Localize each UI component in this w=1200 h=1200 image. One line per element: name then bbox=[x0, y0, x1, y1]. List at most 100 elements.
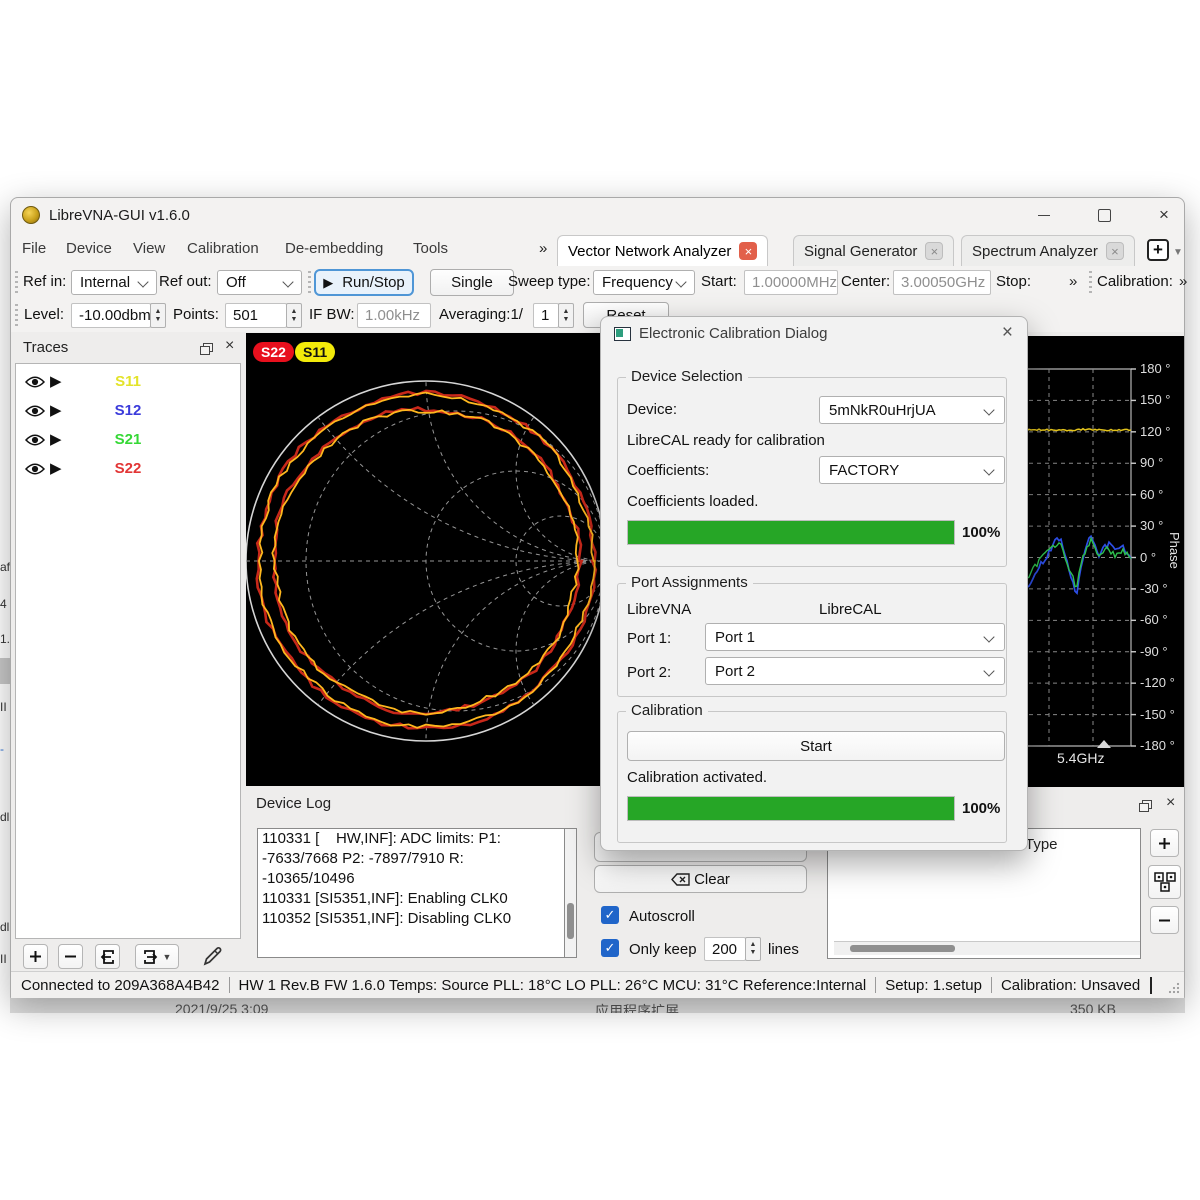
ref-out-select[interactable]: Off bbox=[217, 270, 302, 295]
center-frequency-input[interactable]: 3.00050GHz bbox=[893, 270, 991, 295]
port1-select[interactable]: Port 1 bbox=[705, 623, 1005, 651]
title-bar[interactable]: LibreVNA-GUI v1.6.0 × bbox=[11, 198, 1184, 233]
maximize-button[interactable] bbox=[1089, 204, 1119, 226]
device-select[interactable]: 5mNkR0uHrjUA bbox=[819, 396, 1005, 424]
start-frequency-input[interactable]: 1.00000MHz bbox=[744, 270, 838, 295]
start-calibration-button[interactable]: Start bbox=[627, 731, 1005, 761]
device-log-title: Device Log bbox=[256, 795, 331, 812]
play-icon bbox=[323, 274, 333, 291]
sweep-type-label: Sweep type: bbox=[508, 273, 591, 290]
menu-file[interactable]: File bbox=[22, 240, 46, 257]
menu-view[interactable]: View bbox=[133, 240, 165, 257]
menu-de-embedding[interactable]: De-embedding bbox=[285, 240, 383, 257]
calibration-overflow-chevron[interactable]: » bbox=[1179, 273, 1187, 290]
trace-row-s12[interactable]: ▶S12 bbox=[16, 397, 240, 426]
status-separator bbox=[229, 977, 230, 993]
remove-trace-button[interactable] bbox=[58, 944, 83, 969]
keep-lines-stepper[interactable] bbox=[745, 937, 761, 961]
close-dock-icon[interactable]: × bbox=[225, 338, 234, 354]
port2-select[interactable]: Port 2 bbox=[705, 657, 1005, 685]
averaging-stepper[interactable] bbox=[558, 303, 574, 328]
minimize-button[interactable] bbox=[1029, 204, 1059, 226]
coefficients-select[interactable]: FACTORY bbox=[819, 456, 1005, 484]
phase-chart-panel[interactable]: 180 °150 °120 °90 °60 °30 °0 °-30 °-60 °… bbox=[1021, 336, 1184, 787]
calibration-label: Calibration: bbox=[1097, 273, 1173, 290]
autoscroll-checkbox[interactable] bbox=[601, 906, 619, 924]
horizontal-scrollbar[interactable] bbox=[834, 941, 1141, 955]
sweep-type-select[interactable]: Frequency bbox=[593, 270, 695, 295]
background-text-fragment: dll bbox=[0, 810, 10, 824]
clear-log-button[interactable]: Clear bbox=[594, 865, 807, 893]
menu-device[interactable]: Device bbox=[66, 240, 112, 257]
close-button[interactable]: × bbox=[1149, 204, 1179, 226]
toolbar-handle[interactable] bbox=[308, 271, 311, 293]
port1-label: Port 1: bbox=[627, 630, 671, 647]
background-text-fragment: II bbox=[0, 952, 7, 966]
menu-overflow-chevron[interactable]: » bbox=[539, 240, 547, 257]
phase-y-tick: 150 ° bbox=[1140, 392, 1171, 407]
level-stepper[interactable] bbox=[150, 303, 166, 328]
add-tab-dropdown-icon[interactable]: ▼ bbox=[1173, 247, 1183, 258]
background-highlight bbox=[0, 658, 10, 684]
dialog-close-icon[interactable]: × bbox=[1002, 322, 1013, 344]
background-text-fragment: af bbox=[0, 560, 10, 574]
menu-bar: File Device View Calibration De-embedding Too… bbox=[11, 234, 1184, 267]
tab-label: Signal Generator bbox=[804, 243, 917, 260]
toolbar-handle[interactable] bbox=[15, 304, 18, 326]
background-file-date: 2021/9/25 3:09 bbox=[175, 1001, 268, 1013]
import-traces-button[interactable] bbox=[95, 944, 120, 969]
run-stop-button[interactable]: Run/Stop bbox=[314, 269, 414, 296]
network-button[interactable] bbox=[1148, 865, 1181, 899]
device-log-text[interactable]: 110331 [ HW,INF]: ADC limits: P1:-7633/7… bbox=[257, 828, 565, 958]
add-option-button[interactable] bbox=[1150, 829, 1179, 857]
tab-vector-network-analyzer[interactable]: Vector Network Analyzer × bbox=[557, 235, 768, 266]
points-stepper[interactable] bbox=[286, 303, 302, 328]
background-text-fragment: 4 bbox=[0, 597, 7, 611]
close-dock-icon[interactable]: × bbox=[1166, 795, 1175, 811]
toolbar-handle[interactable] bbox=[15, 271, 18, 293]
ref-in-select[interactable]: Internal bbox=[71, 270, 157, 295]
status-bar: Connected to 209A368A4B42 HW 1 Rev.B FW … bbox=[11, 971, 1184, 998]
trace-badge-s11[interactable]: S11 bbox=[295, 342, 335, 362]
trace-badge-s22[interactable]: S22 bbox=[253, 342, 294, 362]
trace-row-s11[interactable]: ▶S11 bbox=[16, 368, 240, 397]
tab-signal-generator[interactable]: Signal Generator × bbox=[793, 235, 954, 266]
window-title: LibreVNA-GUI v1.6.0 bbox=[49, 207, 190, 224]
librevna-column-header: LibreVNA bbox=[627, 601, 691, 618]
trace-name: S12 bbox=[16, 402, 240, 419]
tab-spectrum-analyzer[interactable]: Spectrum Analyzer × bbox=[961, 235, 1135, 266]
single-button[interactable]: Single bbox=[430, 269, 514, 296]
points-input[interactable]: 501 bbox=[225, 303, 287, 328]
phase-y-tick: -30 ° bbox=[1140, 581, 1168, 596]
averaging-input[interactable]: 1 bbox=[533, 303, 559, 328]
phase-y-tick: 120 ° bbox=[1140, 424, 1171, 439]
level-input[interactable]: -10.00dbm bbox=[71, 303, 151, 328]
only-keep-checkbox[interactable] bbox=[601, 939, 619, 957]
export-traces-button[interactable]: ▼ bbox=[135, 944, 179, 969]
keep-lines-input[interactable]: 200 bbox=[704, 937, 746, 961]
tab-close-icon[interactable]: × bbox=[1106, 242, 1124, 260]
tab-close-icon[interactable]: × bbox=[925, 242, 943, 260]
resize-grip-icon[interactable] bbox=[1168, 982, 1180, 994]
scrollbar-thumb[interactable] bbox=[850, 945, 955, 952]
menu-tools[interactable]: Tools bbox=[413, 240, 448, 257]
type-column-header[interactable]: Type bbox=[1025, 836, 1058, 853]
toolbar-overflow-chevron[interactable]: » bbox=[1069, 273, 1077, 290]
float-dock-icon[interactable] bbox=[200, 343, 212, 354]
remove-option-button[interactable] bbox=[1150, 906, 1179, 934]
phase-y-tick: -120 ° bbox=[1140, 675, 1175, 690]
scrollbar-thumb[interactable] bbox=[567, 903, 574, 939]
log-line: -7633/7668 P2: -7897/7910 R: bbox=[262, 849, 564, 869]
toolbar-handle[interactable] bbox=[1089, 271, 1092, 293]
add-tab-button[interactable]: + bbox=[1147, 239, 1169, 261]
trace-row-s22[interactable]: ▶S22 bbox=[16, 455, 240, 484]
device-log-scrollbar[interactable] bbox=[564, 828, 577, 958]
phase-y-tick: 180 ° bbox=[1140, 361, 1171, 376]
add-trace-button[interactable] bbox=[23, 944, 48, 969]
trace-row-s21[interactable]: ▶S21 bbox=[16, 426, 240, 455]
dialog-title: Electronic Calibration Dialog bbox=[639, 325, 827, 342]
menu-calibration[interactable]: Calibration bbox=[187, 240, 259, 257]
ifbw-input[interactable]: 1.00kHz bbox=[357, 303, 431, 328]
tab-close-icon[interactable]: × bbox=[739, 242, 757, 260]
float-dock-icon[interactable] bbox=[1139, 800, 1151, 811]
